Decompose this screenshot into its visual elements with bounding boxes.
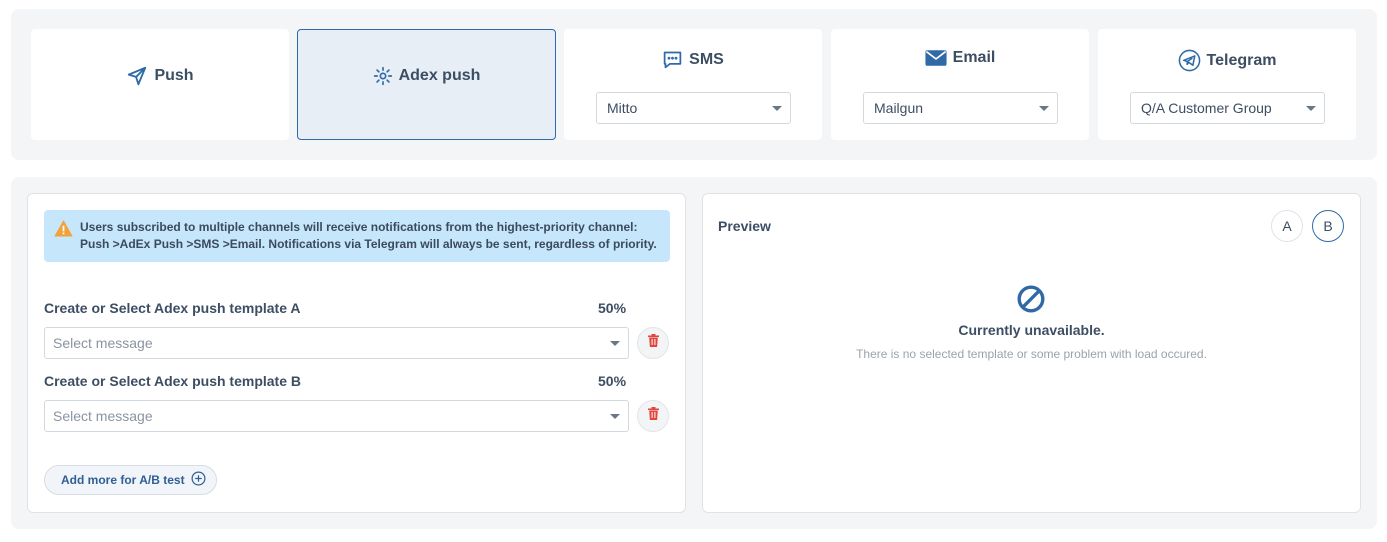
- delete-template-a-button[interactable]: [637, 327, 669, 359]
- channel-push-label: Push: [154, 67, 194, 84]
- content-panel: Users subscribed to multiple channels wi…: [11, 177, 1377, 529]
- chevron-down-icon: [1306, 106, 1316, 111]
- priority-info-banner: Users subscribed to multiple channels wi…: [44, 210, 670, 262]
- telegram-group-value: Q/A Customer Group: [1141, 100, 1272, 116]
- chevron-down-icon: [1039, 106, 1049, 111]
- template-b-select[interactable]: Select message: [44, 400, 629, 432]
- trash-icon: [647, 334, 659, 352]
- channel-email-label: Email: [952, 49, 996, 66]
- template-a-select[interactable]: Select message: [44, 327, 629, 359]
- channel-sms-label: SMS: [689, 50, 724, 68]
- preview-card: Preview A B Currently unavailable. There…: [702, 193, 1361, 513]
- template-b-percent: 50%: [598, 373, 627, 389]
- template-a-placeholder: Select message: [53, 335, 153, 351]
- add-ab-test-label: Add more for A/B test: [61, 473, 185, 487]
- send-icon: [126, 65, 148, 87]
- blocked-icon: [1016, 284, 1046, 319]
- email-provider-select[interactable]: Mailgun: [863, 92, 1058, 124]
- preview-title: Preview: [718, 218, 771, 234]
- channel-telegram-label: Telegram: [1206, 51, 1277, 69]
- channel-adex-label: Adex push: [398, 67, 481, 84]
- channel-telegram[interactable]: Telegram Q/A Customer Group: [1098, 29, 1356, 140]
- channel-email[interactable]: Email Mailgun: [831, 29, 1089, 140]
- priority-info-text: Users subscribed to multiple channels wi…: [80, 220, 657, 251]
- envelope-icon: [925, 49, 947, 67]
- template-b-label: Create or Select Adex push template B: [44, 373, 302, 389]
- unavailable-subtitle: There is no selected template or some pr…: [856, 347, 1207, 361]
- email-provider-value: Mailgun: [874, 100, 924, 116]
- template-b-placeholder: Select message: [53, 408, 153, 424]
- channel-sms[interactable]: SMS Mitto: [564, 29, 822, 140]
- unavailable-title: Currently unavailable.: [958, 322, 1105, 338]
- variant-a-button[interactable]: A: [1271, 210, 1303, 242]
- channel-adex-push[interactable]: Adex push: [297, 29, 556, 140]
- telegram-group-select[interactable]: Q/A Customer Group: [1130, 92, 1325, 124]
- delete-template-b-button[interactable]: [637, 400, 669, 432]
- chevron-down-icon: [610, 414, 620, 419]
- trash-icon: [647, 407, 659, 425]
- channel-selector: Push Adex push SMS Mitto Email Mailgun T…: [11, 9, 1377, 160]
- channel-push[interactable]: Push: [31, 29, 289, 140]
- chat-icon: [662, 49, 683, 70]
- template-config-card: Users subscribed to multiple channels wi…: [27, 193, 686, 513]
- warning-icon: [54, 220, 73, 242]
- add-ab-test-button[interactable]: Add more for A/B test: [44, 465, 217, 495]
- chevron-down-icon: [610, 341, 620, 346]
- sms-provider-value: Mitto: [607, 100, 638, 116]
- template-a-label: Create or Select Adex push template A: [44, 300, 301, 316]
- template-a-percent: 50%: [598, 300, 627, 316]
- variant-b-button[interactable]: B: [1312, 210, 1344, 242]
- sparkle-icon: [373, 66, 393, 86]
- sms-provider-select[interactable]: Mitto: [596, 92, 791, 124]
- chevron-down-icon: [772, 106, 782, 111]
- plus-circle-icon: [191, 471, 206, 489]
- telegram-icon: [1178, 49, 1201, 72]
